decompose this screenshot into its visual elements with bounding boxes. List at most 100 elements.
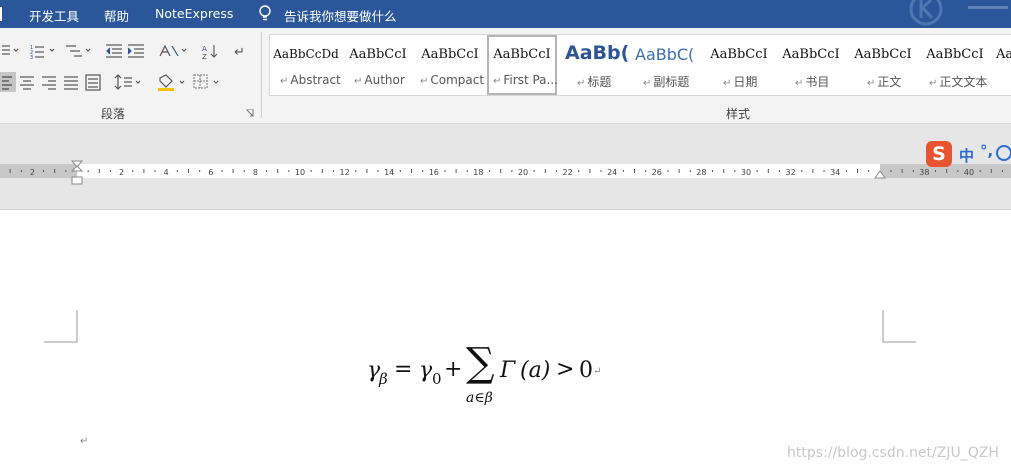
line-spacing-icon[interactable] — [114, 74, 141, 90]
sogou-logo-icon[interactable]: S — [926, 141, 952, 167]
ruler-number: 8 — [253, 168, 258, 177]
ruler-number: 22 — [563, 168, 573, 177]
svg-text:↵: ↵ — [234, 45, 245, 60]
style-sample: AaBbCcI — [926, 47, 984, 62]
style-bibliography[interactable]: AaBbCcI ↵ 书目 — [775, 35, 847, 95]
eq-sum: ∑ — [466, 340, 495, 386]
tab-developer[interactable]: 开发工具 — [29, 6, 79, 25]
ruler-number: 2 — [119, 168, 124, 177]
decrease-indent-icon[interactable] — [106, 44, 122, 58]
style-name: ↵ Abstract — [280, 73, 341, 87]
eq-gamma-0: γ — [419, 358, 433, 383]
horizontal-ruler[interactable]: 224681012141618202224262830323438404 — [0, 164, 1011, 178]
ruler-number: 18 — [473, 168, 483, 177]
margin-corner-right — [882, 310, 916, 343]
equation[interactable]: γ β = γ 0 + ∑ a∈β Γ (a) > 0 ↵ — [360, 340, 620, 414]
numbering-icon[interactable]: 1 2 3 — [30, 45, 55, 60]
ruler-ticks: 224681012141618202224262830323438404 — [9, 168, 1003, 177]
increase-indent-icon[interactable] — [127, 44, 144, 58]
style-name: ↵ 日期 — [723, 75, 758, 89]
style-more[interactable]: Aa — [991, 35, 1011, 95]
ruler-number: 24 — [607, 168, 617, 177]
first-line-indent-marker[interactable] — [70, 160, 84, 186]
style-sample: AaBbCcI — [349, 47, 407, 62]
borders-icon[interactable] — [193, 74, 219, 89]
tell-me-search[interactable]: 告诉我你想要做什么 — [284, 6, 397, 25]
svg-text:Z: Z — [202, 53, 207, 60]
style-first-paragraph[interactable]: AaBbCcI ↵ First Pa... — [487, 35, 558, 95]
document-page[interactable]: γ β = γ 0 + ∑ a∈β Γ (a) > 0 ↵ ↵ https://… — [0, 211, 1011, 473]
svg-text:A: A — [202, 45, 207, 53]
sort-icon[interactable]: A Z — [202, 45, 218, 60]
menu-edge-marker — [0, 7, 2, 21]
lightbulb-icon[interactable] — [258, 5, 272, 23]
align-right-icon[interactable] — [42, 76, 56, 90]
brand-dash — [968, 6, 1008, 9]
ruler-number: 6 — [208, 168, 213, 177]
asian-layout-icon[interactable] — [159, 44, 187, 57]
style-sample: AaBb( — [565, 42, 630, 64]
ime-punctuation-toggle[interactable]: °, — [980, 142, 993, 160]
style-author[interactable]: AaBbCcI ↵ Author — [342, 35, 414, 95]
style-compact[interactable]: AaBbCcI ↵ Compact — [414, 35, 486, 95]
ruler-number: 16 — [429, 168, 439, 177]
tab-noteexpress[interactable]: NoteExpress — [155, 6, 233, 21]
style-name: ↵ 副标题 — [643, 75, 690, 89]
style-name: ↵ First Pa... — [493, 73, 558, 87]
eq-equals: = — [394, 357, 413, 382]
style-heading[interactable]: AaBb( ↵ 标题 — [559, 35, 631, 95]
paragraph-toolbar-row2 — [0, 72, 219, 92]
right-indent-marker[interactable] — [874, 168, 887, 180]
eq-argument: (a) — [520, 358, 551, 383]
style-normal[interactable]: AaBbCcI ↵ 正文 — [847, 35, 919, 95]
style-name: ↵ 书目 — [795, 75, 830, 89]
svg-text:3: 3 — [30, 55, 33, 60]
style-sample: AaBbCcI — [854, 47, 912, 62]
align-center-icon[interactable] — [20, 76, 34, 90]
shading-icon[interactable] — [158, 74, 185, 91]
watermark-url: https://blog.csdn.net/ZJU_QZH — [787, 445, 999, 461]
style-name: ↵ 正文文本 — [929, 75, 988, 89]
style-body-text[interactable]: AaBbCcI ↵ 正文文本 — [919, 35, 991, 95]
paragraph-toolbar-row1: 1 2 3 A Z ↵ — [2, 44, 245, 60]
style-name: ↵ 标题 — [577, 75, 612, 89]
justify-icon[interactable] — [64, 76, 78, 90]
style-abstract[interactable]: AaBbCcDd ↵ Abstract — [270, 35, 342, 95]
margin-corner-left — [44, 310, 78, 343]
distribute-icon[interactable] — [85, 74, 101, 91]
bullets-icon[interactable] — [2, 45, 19, 55]
ruler-number: 20 — [518, 168, 528, 177]
eq-zero: 0 — [579, 358, 593, 383]
style-sample: Aa — [996, 47, 1011, 62]
eq-greater-than: > — [556, 357, 575, 382]
eq-sub-zero: 0 — [432, 370, 442, 388]
emoji-icon[interactable] — [996, 145, 1011, 161]
ruler-number: 28 — [696, 168, 706, 177]
style-sample: AaBbCcDd — [273, 47, 339, 61]
ruler-number: 4 — [164, 168, 169, 177]
brand-watermark-icon — [909, 0, 943, 26]
eq-sub-beta: β — [379, 370, 388, 388]
style-name: ↵ Author — [354, 73, 405, 87]
style-sample: AaBbC( — [635, 45, 695, 64]
ruler-number: 14 — [384, 168, 394, 177]
style-sample: AaBbCcI — [782, 47, 840, 62]
ruler-number: 40 — [964, 168, 974, 177]
ruler-number: 30 — [741, 168, 751, 177]
ime-toolbar[interactable]: S 中 °, — [924, 140, 1011, 168]
ime-language-toggle[interactable]: 中 — [959, 145, 974, 166]
style-subtitle[interactable]: AaBbC( ↵ 副标题 — [631, 35, 703, 95]
multilevel-list-icon[interactable] — [66, 45, 91, 57]
style-sample: AaBbCcI — [710, 47, 768, 62]
ruler-number: 32 — [786, 168, 796, 177]
ruler-number: 38 — [919, 168, 929, 177]
styles-group-label: 样式 — [726, 107, 751, 121]
dialog-launcher-icon[interactable] — [246, 109, 254, 117]
tab-help[interactable]: 帮助 — [104, 6, 129, 25]
show-marks-icon[interactable]: ↵ — [234, 45, 245, 60]
ruler-number: 12 — [340, 168, 350, 177]
styles-gallery: AaBbCcDd ↵ Abstract AaBbCcI ↵ Author AaBbC… — [269, 34, 1011, 96]
eq-sum-sub: a∈β — [466, 390, 493, 406]
style-sample: AaBbCcI — [421, 47, 479, 62]
style-date[interactable]: AaBbCcI ↵ 日期 — [703, 35, 775, 95]
